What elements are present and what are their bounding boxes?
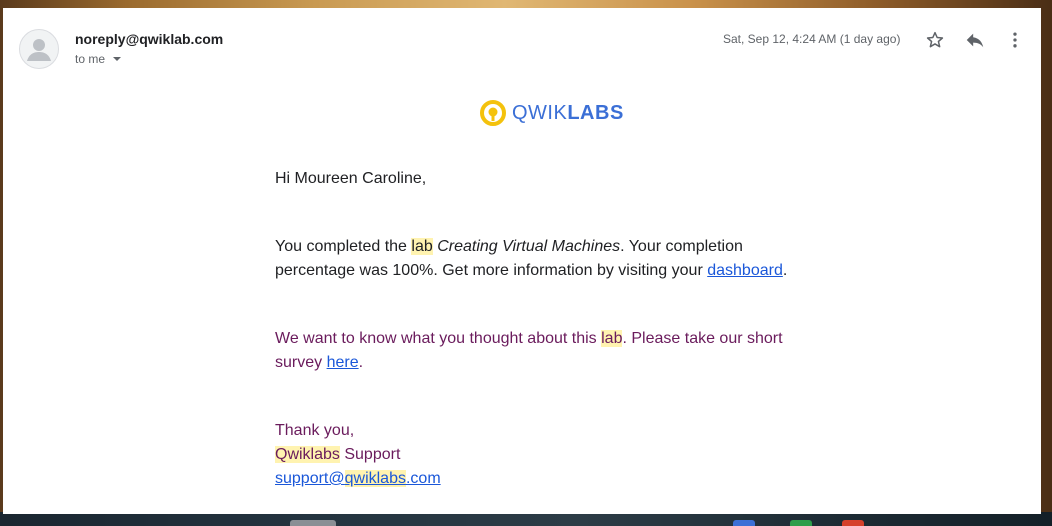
support-email-part: support@ [275,470,345,487]
signature-org-rest: Support [339,446,401,463]
signature-thanks: Thank you, [275,422,355,439]
survey-link[interactable]: here [327,354,359,371]
search-highlight: qwiklabs [344,470,406,487]
recipient-label: to me [75,52,106,66]
text-period: . [358,354,364,371]
logo-wordmark: QWIKLABS [512,103,624,123]
signature-org: Qwiklabs Support [275,443,805,467]
reply-icon [966,33,984,48]
dashboard-link[interactable]: dashboard [707,262,783,279]
search-highlight: Qwiklabs [275,446,340,463]
survey-text-start: We want to know what you thought about t… [275,330,602,347]
email-timestamp: Sat, Sep 12, 4:24 AM (1 day ago) [723,32,901,46]
support-email-link[interactable]: support@qwiklabs.com [275,470,441,487]
desktop-background-strip [0,512,1052,526]
taskbar-item [290,520,336,526]
taskbar-item [733,520,755,526]
email-message-view: noreply@qwiklab.com to me Sat, Sep 12, 4… [3,8,1041,514]
logo-text-bold: LABS [567,102,624,124]
reply-button[interactable] [961,26,989,54]
search-highlight: lab [411,238,433,255]
search-highlight: lab [601,330,623,347]
person-avatar-icon[interactable] [19,29,59,69]
signature-block: Thank you, Qwiklabs Support support@qwik… [275,419,805,491]
taskbar-item [842,520,864,526]
star-outline-icon [926,31,944,48]
more-vertical-icon [1013,32,1017,48]
recipient-details-toggle[interactable]: to me [75,52,122,66]
completion-text-start: You completed the [275,238,412,255]
support-email-part: .com [405,470,441,487]
greeting-text: Hi Moureen Caroline, [275,170,427,187]
qwiklabs-logo-icon [480,100,506,126]
qwiklabs-logo: QWIKLABS [479,99,624,127]
caret-down-icon [113,57,122,61]
text-period: . [782,262,788,279]
lab-name: Creating Virtual Machines [437,238,621,255]
logo-text-light: QWIK [512,102,568,124]
taskbar-item [790,520,812,526]
star-button[interactable] [921,26,949,54]
completion-paragraph: You completed the lab Creating Virtual M… [275,235,805,283]
sender-address[interactable]: noreply@qwiklab.com [75,31,223,47]
more-options-button[interactable] [1001,26,1029,54]
survey-paragraph: We want to know what you thought about t… [275,327,805,375]
